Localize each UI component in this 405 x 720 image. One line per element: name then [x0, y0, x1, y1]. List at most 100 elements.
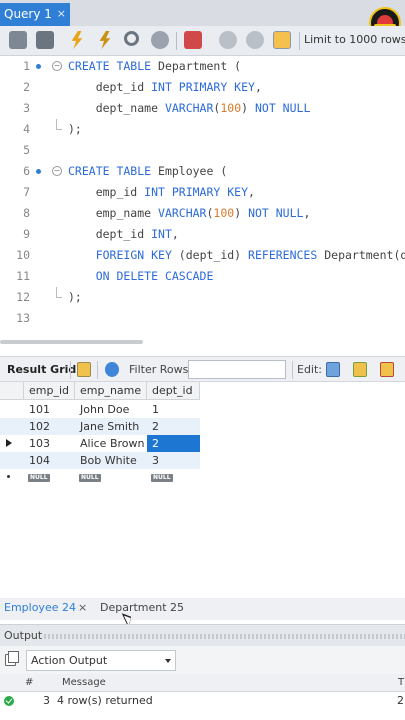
editor-line[interactable]: 12);: [0, 287, 405, 308]
new-row-icon: [4, 469, 12, 486]
column-header-emp-name[interactable]: emp_name: [75, 382, 147, 400]
code-text: CREATE TABLE Department (: [68, 56, 241, 77]
table-cell[interactable]: 2: [147, 418, 200, 435]
sql-toolbar: Limit to 1000 rows: [0, 26, 405, 56]
result-tab-department[interactable]: Department 25: [100, 601, 184, 614]
code-token: INT PRIMARY KEY: [144, 185, 249, 199]
editor-line[interactable]: 4);: [0, 119, 405, 140]
column-header-dept-id[interactable]: dept_id: [147, 382, 200, 400]
table-cell[interactable]: Bob White: [75, 452, 147, 469]
copy-icon[interactable]: [5, 651, 19, 666]
code-text: FOREIGN KEY (dept_id) REFERENCES Departm…: [68, 245, 405, 266]
insert-row-icon[interactable]: [353, 362, 367, 377]
code-token: ON DELETE CASCADE: [95, 269, 214, 283]
workbench-window: Query 1 × Limit to 1000 rows 1− CREATE TA…: [0, 0, 405, 720]
editor-line[interactable]: 8 emp_name VARCHAR(100) NOT NULL,: [0, 203, 405, 224]
table-cell[interactable]: 104: [24, 452, 75, 469]
explain-icon[interactable]: [124, 31, 139, 46]
null-badge[interactable]: NULL: [151, 474, 173, 482]
code-token: ,: [254, 80, 262, 94]
code-token: CREATE TABLE: [68, 164, 159, 178]
line-number: 8: [23, 206, 30, 220]
column-header-emp-id[interactable]: emp_id: [24, 382, 75, 400]
result-tab-employee[interactable]: Employee 24: [4, 601, 76, 614]
code-token: REFERENCES: [248, 248, 325, 262]
editor-line[interactable]: 11 ON DELETE CASCADE: [0, 266, 405, 287]
grid-view-icon[interactable]: [77, 362, 91, 377]
tab-bar: Query 1 ×: [0, 0, 405, 26]
action-output-select[interactable]: Action Output: [26, 650, 176, 671]
code-token: NOT NULL: [248, 206, 304, 220]
result-grid-title[interactable]: Result Grid: [7, 363, 76, 376]
stop-icon[interactable]: [151, 31, 169, 49]
table-cell[interactable]: Jane Smith: [75, 418, 147, 435]
editor-line[interactable]: 5: [0, 140, 405, 161]
autocommit-icon[interactable]: [273, 31, 291, 49]
table-row[interactable]: 104 Bob White 3: [0, 452, 200, 469]
editor-line[interactable]: 10 FOREIGN KEY (dept_id) REFERENCES Depa…: [0, 245, 405, 266]
delete-row-icon[interactable]: [380, 362, 394, 377]
code-token: emp_name: [68, 206, 159, 220]
new-row[interactable]: NULL NULL NULL: [0, 469, 200, 486]
code-token: (dept_id): [178, 248, 249, 262]
tab-query-1[interactable]: Query 1 ×: [0, 3, 70, 26]
output-title: Output: [4, 629, 43, 642]
code-token: CREATE TABLE: [68, 59, 159, 73]
table-cell[interactable]: 102: [24, 418, 75, 435]
editor-line[interactable]: 3 dept_name VARCHAR(100) NOT NULL: [0, 98, 405, 119]
toggle-icon[interactable]: [184, 31, 202, 49]
editor-line[interactable]: 9 dept_id INT,: [0, 224, 405, 245]
current-row-icon: [4, 435, 12, 452]
close-icon[interactable]: ×: [57, 7, 66, 20]
table-row[interactable]: 103 Alice Brown 2: [0, 435, 200, 452]
toolbar-separator: [292, 361, 293, 379]
table-cell[interactable]: 3: [147, 452, 200, 469]
refresh-icon[interactable]: [105, 362, 119, 377]
save-icon[interactable]: [36, 31, 54, 49]
table-cell[interactable]: 2: [147, 435, 200, 452]
table-cell[interactable]: John Doe: [75, 401, 147, 418]
line-number: 12: [16, 290, 30, 304]
code-token: dept_name: [68, 101, 165, 115]
close-icon[interactable]: ×: [78, 601, 87, 614]
null-badge[interactable]: NULL: [79, 474, 101, 482]
code-token: ): [234, 206, 249, 220]
fold-toggle-icon[interactable]: −: [52, 166, 62, 176]
fold-toggle-icon[interactable]: −: [52, 61, 62, 71]
table-row[interactable]: 101 John Doe 1: [0, 401, 200, 418]
table-cell[interactable]: 103: [24, 435, 75, 452]
code-token: 100: [213, 206, 235, 220]
table-row[interactable]: 102 Jane Smith 2: [0, 418, 200, 435]
splitter-handle[interactable]: [0, 340, 143, 344]
table-cell[interactable]: 1: [147, 401, 200, 418]
filter-rows-input[interactable]: [188, 360, 286, 379]
commit-icon[interactable]: [219, 31, 237, 49]
row-gutter-header: [0, 382, 24, 400]
editor-line[interactable]: 6 − CREATE TABLE Employee (: [0, 161, 405, 182]
limit-rows-select[interactable]: Limit to 1000 rows: [304, 33, 405, 46]
sql-editor[interactable]: 1− CREATE TABLE Department (2 dept_id INT…: [0, 56, 405, 336]
null-badge[interactable]: NULL: [28, 474, 50, 482]
filter-rows-label: Filter Rows:: [129, 363, 193, 376]
table-cell[interactable]: Alice Brown: [75, 435, 147, 452]
panel-splitter[interactable]: [0, 338, 405, 352]
editor-line[interactable]: 1 − CREATE TABLE Department (: [0, 56, 405, 77]
editor-line[interactable]: 13: [0, 308, 405, 329]
output-row[interactable]: 3 4 row(s) returned 2: [0, 692, 405, 710]
panel-grip[interactable]: [44, 634, 405, 639]
edit-row-icon[interactable]: [326, 362, 340, 377]
editor-line[interactable]: 2 dept_id INT PRIMARY KEY,: [0, 77, 405, 98]
code-token: VARCHAR: [158, 206, 207, 220]
rollback-icon[interactable]: [246, 31, 264, 49]
table-cell[interactable]: 101: [24, 401, 75, 418]
execute-icon[interactable]: [71, 31, 83, 49]
col-header-time: T: [398, 677, 405, 688]
statement-marker-icon: [36, 169, 41, 174]
editor-line[interactable]: 7 emp_id INT PRIMARY KEY,: [0, 182, 405, 203]
folder-icon[interactable]: [9, 31, 27, 49]
line-number: 10: [16, 248, 30, 262]
code-token: );: [68, 122, 82, 136]
toolbar-separator: [97, 361, 98, 379]
execute-current-icon[interactable]: [99, 31, 111, 49]
tab-title: Query 1: [4, 7, 52, 21]
